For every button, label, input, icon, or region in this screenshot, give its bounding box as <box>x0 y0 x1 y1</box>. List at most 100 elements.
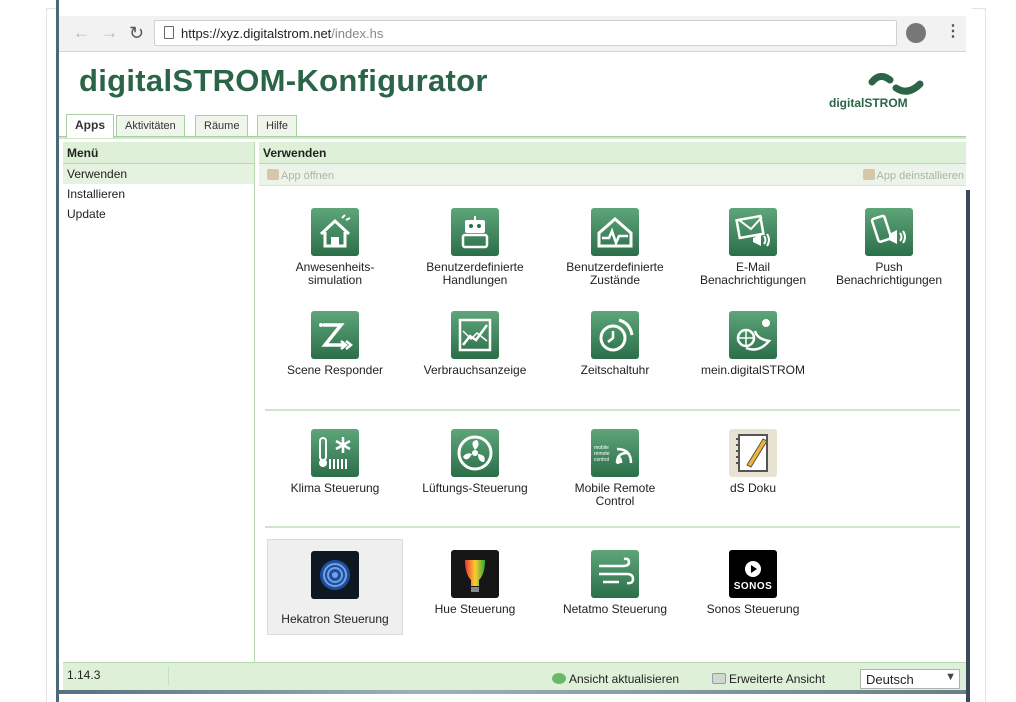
app-label: Push Benachrichtigungen <box>835 260 943 287</box>
menu-item-installieren[interactable]: Installieren <box>63 184 254 204</box>
app-label: Verbrauchsanzeige <box>423 363 527 377</box>
hue-bulb-icon <box>451 550 499 598</box>
app-label: mein.digitalSTROM <box>700 363 806 377</box>
app-hekatron-steuerung[interactable]: Hekatron Steuerung <box>267 539 403 635</box>
heartbeat-house-icon <box>591 208 639 256</box>
app-mein-digitalstrom[interactable]: mein.digitalSTROM <box>685 311 821 377</box>
reload-icon[interactable]: ↻ <box>129 23 144 43</box>
menu-header: Menü <box>63 142 254 164</box>
notebook-icon <box>729 429 777 477</box>
app-label: dS Doku <box>729 481 777 495</box>
sonos-icon: SONOS <box>729 550 777 598</box>
hekatron-icon <box>311 551 359 599</box>
app-klima-steuerung[interactable]: Klima Steuerung <box>267 429 403 495</box>
apps-panel: Verwenden App öffnen App deinstallieren … <box>259 142 966 662</box>
version-label: 1.14.3 <box>67 668 101 682</box>
page-title: digitalSTROM-Konfigurator <box>79 63 488 98</box>
menu-panel: Menü Verwenden Installieren Update <box>63 142 255 662</box>
app-label: Benutzerdefinierte Zustände <box>566 260 664 287</box>
advanced-view-icon <box>712 673 726 684</box>
refresh-icon <box>552 673 566 684</box>
app-label: Hue Steuerung <box>434 602 516 616</box>
app-label: Scene Responder <box>286 363 384 377</box>
language-select[interactable]: Deutsch ▼ <box>860 669 960 689</box>
app-verbrauchsanzeige[interactable]: Verbrauchsanzeige <box>407 311 543 377</box>
url-path: /index.hs <box>331 26 384 41</box>
address-bar[interactable]: https://xyz.digitalstrom.net/index.hs <box>154 20 897 46</box>
app-push-benachrichtigungen[interactable]: Push Benachrichtigungen <box>821 208 957 287</box>
robot-icon <box>451 208 499 256</box>
app-label: Anwesenheits- simulation <box>295 260 375 287</box>
tab-apps[interactable]: Apps <box>66 114 114 138</box>
app-label: Lüftungs-Steuerung <box>422 481 528 495</box>
thermo-snow-icon <box>311 429 359 477</box>
app-label: Zeitschaltuhr <box>580 363 650 377</box>
app-label: Sonos Steuerung <box>706 602 800 616</box>
uninstall-app-label: App deinstallieren <box>876 170 964 182</box>
email-speaker-icon <box>729 208 777 256</box>
tab-hilfe[interactable]: Hilfe <box>257 115 298 137</box>
app-anwesenheitssimulation[interactable]: Anwesenheits- simulation <box>267 208 403 287</box>
app-netatmo-steuerung[interactable]: Netatmo Steuerung <box>547 550 683 616</box>
app-mobile-remote-control[interactable]: mobile remote control Mobile Remote Cont… <box>547 429 683 508</box>
tab-bar-divider <box>59 136 966 139</box>
logo-text: digitalSTROM <box>829 96 908 110</box>
app-label: Klima Steuerung <box>290 481 380 495</box>
refresh-view-button[interactable]: Ansicht aktualisieren <box>552 672 679 686</box>
chart-icon <box>451 311 499 359</box>
window-right-border <box>966 190 970 702</box>
window-bottom-strip <box>59 690 966 694</box>
app-ds-doku[interactable]: dS Doku <box>685 429 821 495</box>
app-label: Mobile Remote Control <box>574 481 656 508</box>
advanced-view-button[interactable]: Erweiterte Ansicht <box>712 672 825 686</box>
wind-icon <box>591 550 639 598</box>
app-label: Hekatron Steuerung <box>281 612 389 626</box>
app-label: E-Mail Benachrichtigungen <box>699 260 807 287</box>
app-lueftungs-steuerung[interactable]: Lüftungs-Steuerung <box>407 429 543 495</box>
app-scene-responder[interactable]: Scene Responder <box>267 311 403 377</box>
window-left-border <box>56 0 59 702</box>
menu-item-update[interactable]: Update <box>63 204 254 224</box>
page-icon <box>164 26 174 39</box>
url-text: https://xyz.digitalstrom.net/index.hs <box>181 26 383 41</box>
chevron-down-icon: ▼ <box>945 671 956 683</box>
open-app-label: App öffnen <box>281 170 335 182</box>
browser-menu-icon[interactable]: ⋮ <box>945 22 961 42</box>
browser-toolbar: ← → ↻ https://xyz.digitalstrom.net/index… <box>59 16 966 52</box>
extension-icon[interactable] <box>906 23 926 43</box>
app-benutzerdefinierte-handlungen[interactable]: Benutzerdefinierte Handlungen <box>407 208 543 287</box>
footer-divider <box>168 666 169 686</box>
mobile-remote-icon: mobile remote control <box>591 429 639 477</box>
tab-raeume[interactable]: Räume <box>195 115 249 137</box>
app-label: Netatmo Steuerung <box>562 602 668 616</box>
language-value: Deutsch <box>866 672 914 687</box>
app-hue-steuerung[interactable]: Hue Steuerung <box>407 550 543 616</box>
apps-panel-header: Verwenden <box>259 142 966 164</box>
status-footer: 1.14.3 Ansicht aktualisieren Erweiterte … <box>63 662 966 690</box>
app-zeitschaltuhr[interactable]: Zeitschaltuhr <box>547 311 683 377</box>
advanced-view-label: Erweiterte Ansicht <box>729 672 826 686</box>
apps-toolbar: App öffnen App deinstallieren <box>259 164 966 186</box>
uninstall-app-icon <box>862 169 875 180</box>
group-separator <box>265 409 960 411</box>
tab-aktivitaeten[interactable]: Aktivitäten <box>116 115 185 137</box>
phone-speaker-icon <box>865 208 913 256</box>
menu-item-verwenden[interactable]: Verwenden <box>63 164 254 184</box>
forward-arrow-icon[interactable]: → <box>101 23 118 43</box>
refresh-view-label: Ansicht aktualisieren <box>569 672 680 686</box>
url-host: https://xyz.digitalstrom.net <box>181 26 332 41</box>
back-arrow-icon[interactable]: ← <box>73 23 90 43</box>
uninstall-app-button[interactable]: App deinstallieren <box>862 169 964 182</box>
globe-icon <box>729 311 777 359</box>
house-icon <box>311 208 359 256</box>
app-benutzerdefinierte-zustaende[interactable]: Benutzerdefinierte Zustände <box>547 208 683 287</box>
sonos-icon-text: SONOS <box>733 581 773 592</box>
open-app-icon <box>267 169 279 180</box>
scene-responder-icon <box>311 311 359 359</box>
clock-icon <box>591 311 639 359</box>
app-sonos-steuerung[interactable]: SONOS Sonos Steuerung <box>685 550 821 616</box>
open-app-button[interactable]: App öffnen <box>267 169 334 182</box>
app-label: Benutzerdefinierte Handlungen <box>426 260 524 287</box>
group-separator <box>265 526 960 528</box>
app-email-benachrichtigungen[interactable]: E-Mail Benachrichtigungen <box>685 208 821 287</box>
